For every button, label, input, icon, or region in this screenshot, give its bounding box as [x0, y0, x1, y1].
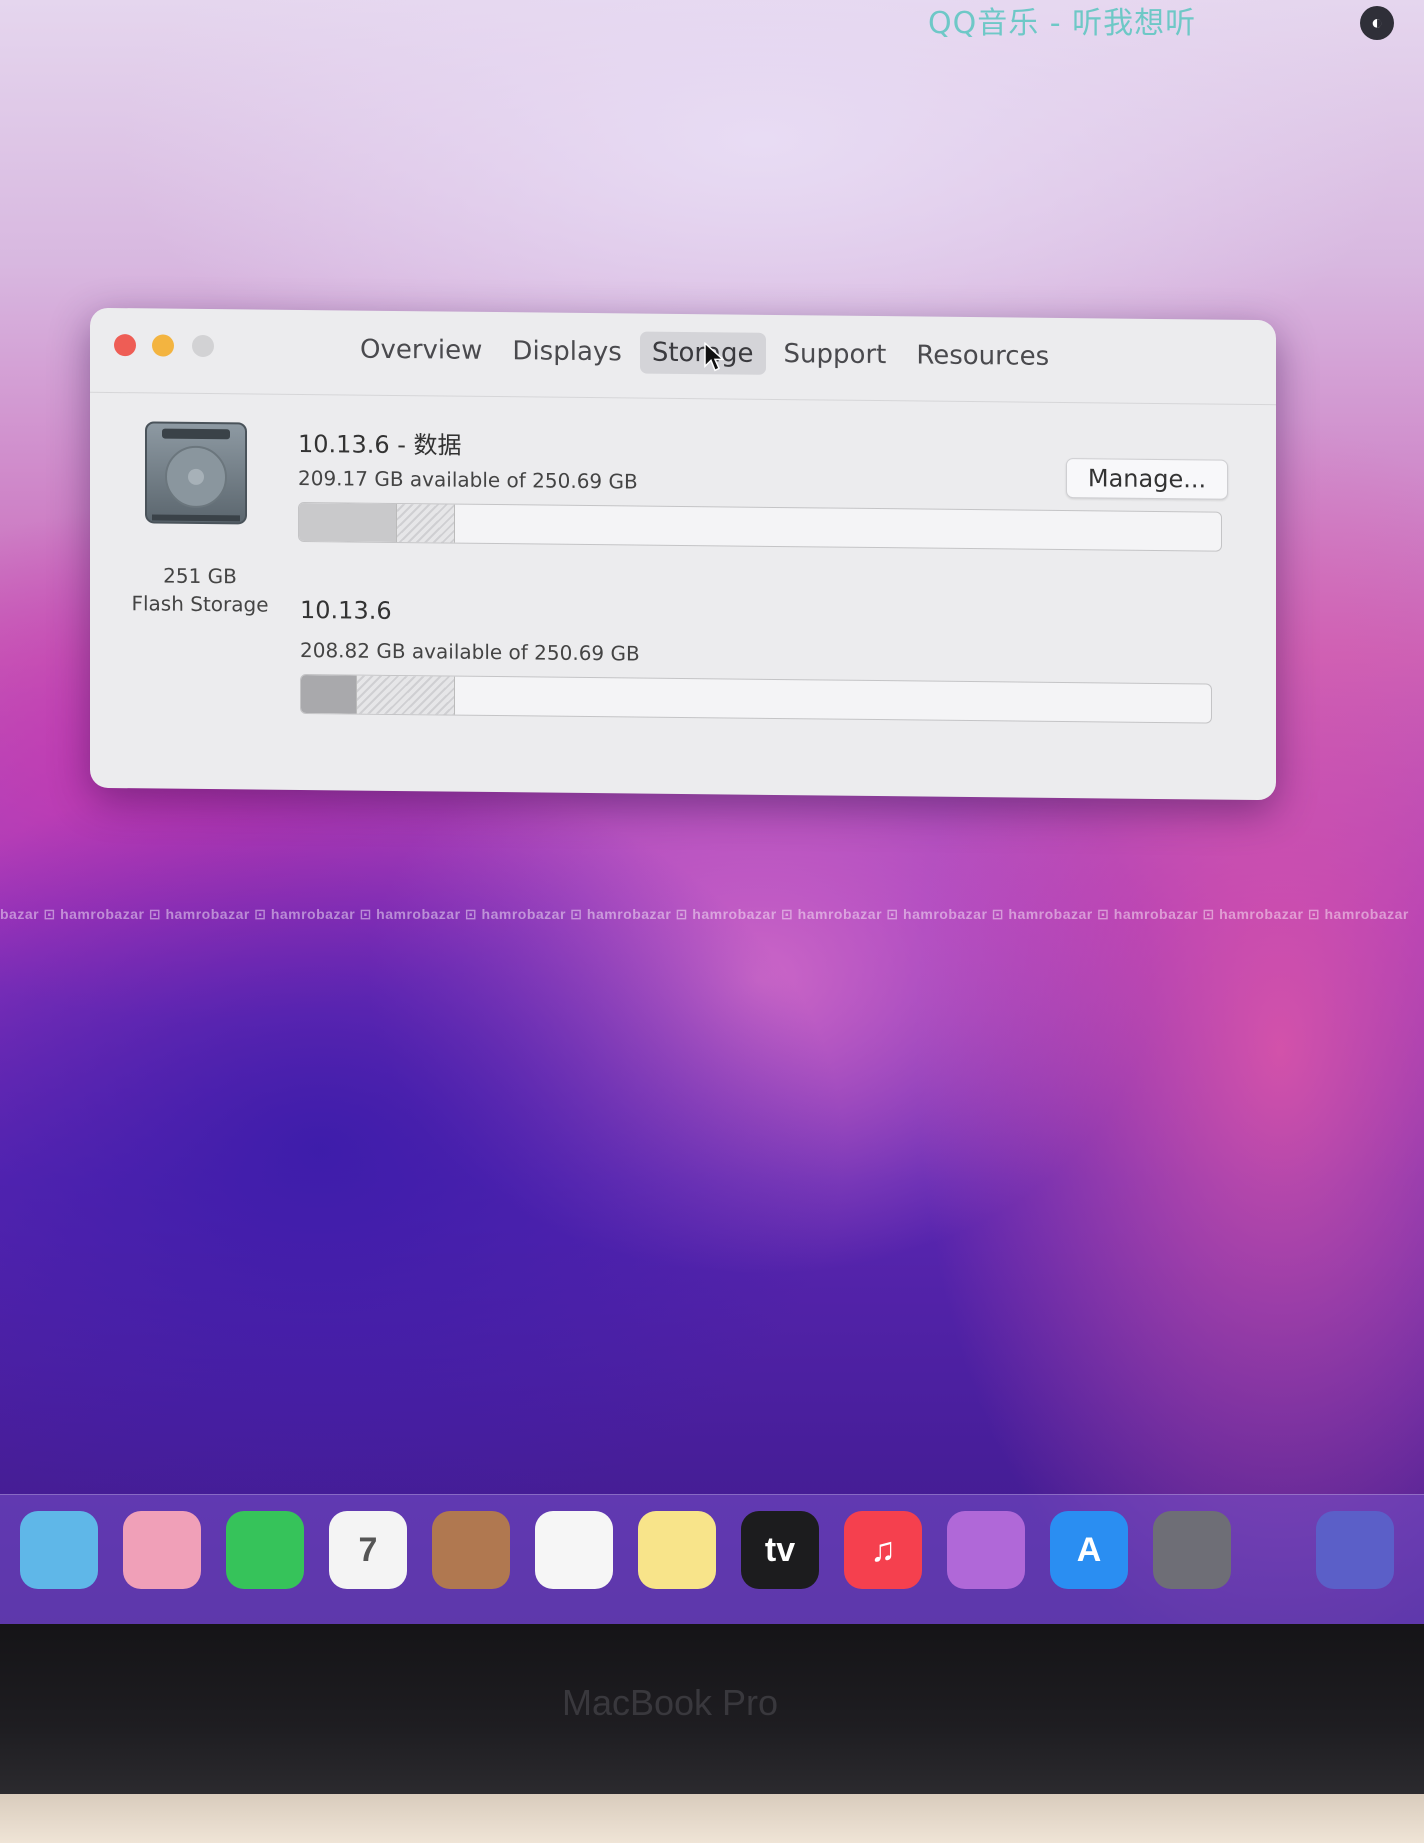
disk-type: Flash Storage [131, 591, 269, 617]
disk-capacity-label: 251 GB Flash Storage [110, 561, 290, 619]
reminders-icon[interactable] [535, 1511, 613, 1589]
desktop: QQ音乐 - 听我想听 ◐ Overview Displays Storage … [0, 0, 1424, 1640]
volume-1-storage-bar [298, 501, 1222, 552]
volume-2-storage-bar [300, 673, 1212, 724]
volume-1-used-segment [299, 502, 396, 542]
podcasts-icon[interactable] [947, 1511, 1025, 1589]
watermark-strip: bazar ⊡ hamrobazar ⊡ hamrobazar ⊡ hamrob… [0, 906, 1409, 922]
facetime-icon[interactable] [226, 1511, 304, 1589]
window-titlebar: Overview Displays Storage Support Resour… [90, 307, 1276, 406]
apple-tv-icon[interactable]: tv [741, 1511, 819, 1589]
system-preferences-icon[interactable] [1153, 1511, 1231, 1589]
volume-2-name: 10.13.6 [300, 595, 392, 625]
siri-icon[interactable]: ◐ [1360, 6, 1394, 40]
menubar-app-title: QQ音乐 - 听我想听 [928, 6, 1197, 41]
tab-displays[interactable]: Displays [500, 330, 633, 373]
disk-size: 251 GB [163, 563, 237, 589]
maps-icon[interactable] [20, 1511, 98, 1589]
mouse-cursor-icon [704, 342, 724, 372]
volume-1-name: 10.13.6 - 数据 [298, 429, 462, 460]
tab-support[interactable]: Support [772, 333, 899, 376]
close-button[interactable] [114, 334, 136, 357]
flash-storage-drive-icon [145, 421, 247, 525]
volume-1-purgeable-segment [396, 503, 455, 543]
manage-button[interactable]: Manage... [1066, 458, 1228, 500]
dock: 7 tv ♫ A [0, 1494, 1424, 1625]
about-this-mac-window: Overview Displays Storage Support Resour… [90, 307, 1276, 801]
tab-resources[interactable]: Resources [904, 334, 1061, 378]
volume-2-available: 208.82 GB available of 250.69 GB [300, 637, 640, 666]
volume-2-purgeable-segment [356, 675, 455, 715]
bezel-brand-label: MacBook Pro [561, 1682, 779, 1723]
calendar-icon[interactable]: 7 [329, 1511, 407, 1589]
contacts-icon[interactable] [432, 1511, 510, 1589]
desk-surface [0, 1794, 1424, 1843]
zoom-button[interactable] [192, 334, 214, 358]
volume-1-available: 209.17 GB available of 250.69 GB [298, 465, 638, 494]
tab-overview[interactable]: Overview [348, 328, 494, 372]
photos-icon[interactable] [123, 1511, 201, 1589]
volume-2-used-segment [301, 674, 356, 714]
minimize-button[interactable] [152, 334, 174, 357]
downloads-stack-icon[interactable] [1316, 1511, 1394, 1589]
tab-storage[interactable]: Storage [639, 331, 766, 375]
music-icon[interactable]: ♫ [844, 1511, 922, 1589]
notes-icon[interactable] [638, 1511, 716, 1589]
app-store-icon[interactable]: A [1050, 1511, 1128, 1589]
